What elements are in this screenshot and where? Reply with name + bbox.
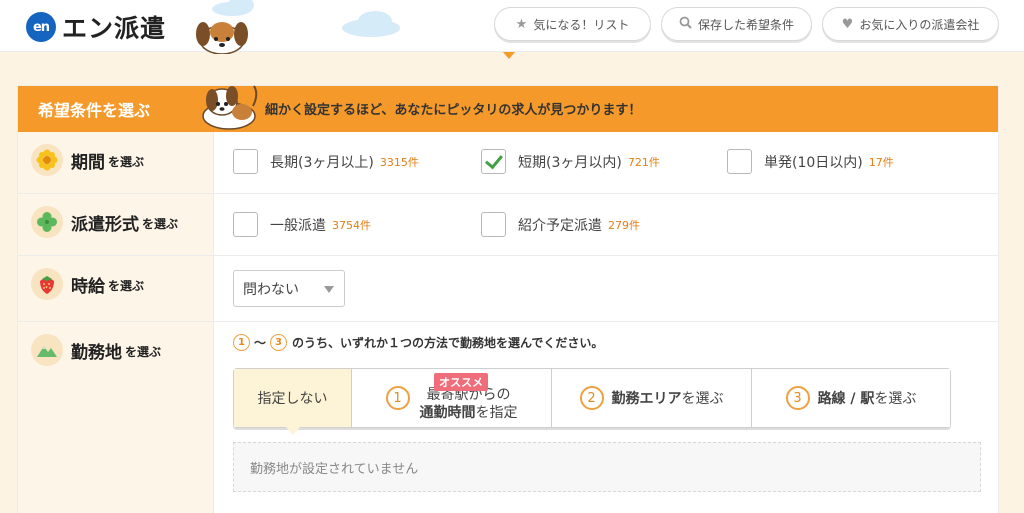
- location-label-cell: 勤務地 を選ぶ: [18, 322, 214, 513]
- number-1-icon: 1: [385, 386, 410, 410]
- star-icon: ★: [515, 16, 528, 32]
- checkbox-box[interactable]: [233, 212, 258, 237]
- tab-commute-rest: を指定: [475, 405, 518, 421]
- mountain-icon: [31, 334, 63, 366]
- wage-label-main: 時給: [71, 276, 105, 297]
- checkbox-box[interactable]: [481, 212, 506, 237]
- tab-line-rest: を選ぶ: [874, 391, 917, 407]
- logo-text: エン派遣: [62, 14, 167, 43]
- period-label-cell: 期間 を選ぶ: [18, 132, 214, 193]
- tab-line-station[interactable]: 3 路線 / 駅を選ぶ: [752, 369, 950, 427]
- tab-work-area[interactable]: 2 勤務エリア を選ぶ: [552, 369, 752, 427]
- option-label: 長期(3ヶ月以上): [270, 154, 374, 171]
- number-1-icon: 1: [233, 334, 250, 351]
- wage-row: 時給 を選ぶ 問わない: [18, 256, 998, 322]
- sunflower-icon: [31, 144, 63, 176]
- option-count: 279件: [608, 218, 640, 232]
- site-header: en エン派遣 ★ 気になる！リスト 保存した希望条件 ♥ お気に入りの派遣会社: [0, 0, 1024, 54]
- site-logo[interactable]: en エン派遣: [26, 9, 166, 45]
- saved-conditions-button[interactable]: 保存した希望条件: [661, 7, 812, 41]
- period-label-sub: を選ぶ: [108, 155, 145, 169]
- period-row: 期間 を選ぶ 長期(3ヶ月以上) 3315件 短期(3ヶ月以内) 721件 単発…: [18, 132, 998, 194]
- wage-label-cell: 時給 を選ぶ: [18, 256, 214, 321]
- tab-commute-bold: 通勤時間: [419, 405, 476, 421]
- dog-mascot-icon: [196, 22, 248, 54]
- location-label-sub: を選ぶ: [125, 345, 162, 359]
- period-short-checkbox[interactable]: 短期(3ヶ月以内) 721件: [481, 149, 660, 174]
- tab-commute-text: 最寄駅からの 通勤時間を指定: [420, 386, 518, 422]
- search-conditions-panel: 希望条件を選ぶ 細かく設定するほど、あなたにピッタリの求人が見つかります！ 期間…: [17, 85, 999, 513]
- cloud-decoration: [358, 11, 392, 31]
- wage-select[interactable]: 問わない: [233, 270, 345, 307]
- recommended-badge: オススメ: [434, 373, 488, 391]
- dispatch-general-checkbox[interactable]: 一般派遣 3754件: [233, 212, 371, 237]
- dog-mascot-icon: [202, 85, 258, 130]
- tab-area-rest: を選ぶ: [681, 391, 724, 407]
- option-count: 3754件: [332, 218, 371, 232]
- header-caret: [503, 52, 515, 59]
- panel-title: 希望条件を選ぶ: [38, 101, 151, 120]
- dispatch-label-cell: 派遣形式 を選ぶ: [18, 194, 214, 255]
- tab-label: 指定しない: [257, 391, 328, 407]
- clover-icon: [31, 206, 63, 238]
- checkbox-box[interactable]: [233, 149, 258, 174]
- location-label: 勤務地 を選ぶ: [31, 334, 161, 366]
- panel-header: 希望条件を選ぶ 細かく設定するほど、あなたにピッタリの求人が見つかります！: [18, 85, 998, 132]
- period-long-checkbox[interactable]: 長期(3ヶ月以上) 3315件: [233, 149, 419, 174]
- tab-line-bold: 路線 / 駅: [817, 391, 875, 407]
- location-row: 勤務地 を選ぶ 1 〜 3 のうち、いずれか１つの方法で勤務地を選んでください。…: [18, 322, 998, 513]
- location-method-tabs: 指定しない オススメ 1 最寄駅からの 通勤時間を指定 2 勤務エリア を選ぶ 3…: [233, 368, 951, 435]
- tab-area-bold: 勤務エリア: [611, 391, 682, 407]
- empty-text: 勤務地が設定されていません: [250, 461, 419, 477]
- number-3-icon: 3: [270, 334, 288, 351]
- option-label: 短期(3ヶ月以内): [518, 154, 622, 171]
- number-3-icon: 3: [785, 386, 810, 410]
- en-logo-icon: en: [26, 12, 56, 42]
- tab-no-preference[interactable]: 指定しない: [234, 369, 352, 435]
- location-empty-state: 勤務地が設定されていません: [233, 442, 981, 492]
- panel-message: 細かく設定するほど、あなたにピッタリの求人が見つかります！: [265, 103, 642, 118]
- dispatch-label-sub: を選ぶ: [142, 217, 179, 231]
- favorites-list-label: 気になる！リスト: [533, 17, 630, 32]
- option-count: 3315件: [379, 155, 419, 169]
- number-2-icon: 2: [579, 386, 604, 410]
- period-label-main: 期間: [71, 152, 105, 173]
- option-label: 紹介予定派遣: [518, 217, 602, 234]
- option-label: 一般派遣: [270, 217, 326, 234]
- option-label: 単発(10日以内): [764, 154, 863, 171]
- heart-icon: ♥: [841, 16, 854, 32]
- dispatch-label: 派遣形式 を選ぶ: [31, 206, 178, 238]
- tab-commute-time[interactable]: オススメ 1 最寄駅からの 通勤時間を指定: [352, 369, 552, 427]
- option-count: 17件: [868, 155, 894, 169]
- search-icon: [679, 16, 692, 33]
- period-oneoff-checkbox[interactable]: 単発(10日以内) 17件: [727, 149, 894, 174]
- dropdown-arrow-icon: [324, 286, 334, 293]
- instruction-tilde: 〜: [254, 336, 267, 350]
- wage-label: 時給 を選ぶ: [31, 268, 144, 300]
- location-label-main: 勤務地: [71, 342, 122, 363]
- checkbox-box[interactable]: [727, 149, 752, 174]
- dispatch-label-main: 派遣形式: [71, 214, 139, 235]
- instruction-text: のうち、いずれか１つの方法で勤務地を選んでください。: [292, 336, 604, 350]
- dispatch-referral-checkbox[interactable]: 紹介予定派遣 279件: [481, 212, 640, 237]
- dispatch-type-row: 派遣形式 を選ぶ 一般派遣 3754件 紹介予定派遣 279件: [18, 194, 998, 256]
- favorite-agencies-label: お気に入りの派遣会社: [859, 17, 980, 32]
- wage-label-sub: を選ぶ: [108, 279, 145, 293]
- period-label: 期間 を選ぶ: [31, 144, 144, 176]
- location-instruction: 1 〜 3 のうち、いずれか１つの方法で勤務地を選んでください。: [233, 334, 603, 351]
- saved-conditions-label: 保存した希望条件: [697, 17, 794, 32]
- wage-select-value: 問わない: [243, 281, 299, 298]
- checkbox-box-checked[interactable]: [481, 149, 506, 174]
- favorite-agencies-button[interactable]: ♥ お気に入りの派遣会社: [822, 7, 999, 41]
- option-count: 721件: [627, 155, 660, 169]
- strawberry-icon: [31, 268, 63, 300]
- favorites-list-button[interactable]: ★ 気になる！リスト: [494, 7, 651, 41]
